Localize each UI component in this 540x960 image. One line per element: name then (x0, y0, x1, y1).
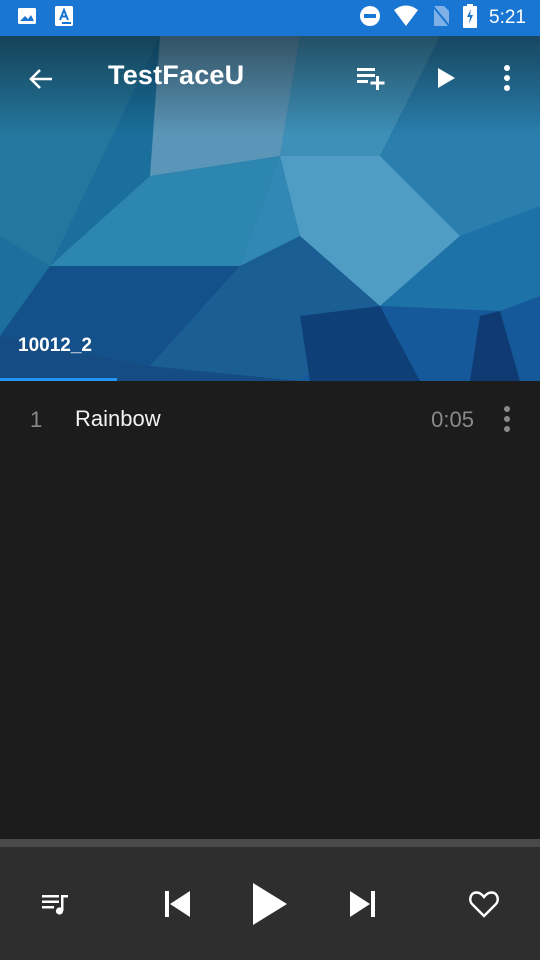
more-vert-icon (504, 65, 510, 91)
track-row[interactable]: 1 Rainbow 0:05 (0, 381, 540, 457)
back-button[interactable] (26, 64, 56, 94)
image-icon (17, 6, 37, 31)
queue-button[interactable] (38, 886, 74, 922)
more-vert-icon (504, 406, 510, 432)
album-header: TestFaceU 10012_2 (0, 36, 540, 381)
play-button[interactable] (244, 879, 294, 929)
do-not-disturb-icon (359, 5, 381, 32)
wifi-icon (393, 5, 419, 32)
no-sim-icon (431, 3, 451, 33)
progress-bar[interactable] (0, 839, 540, 847)
status-bar: 5:21 (0, 0, 540, 36)
track-more-button[interactable] (494, 403, 520, 435)
skip-next-icon (350, 891, 375, 917)
play-icon (438, 68, 455, 88)
next-button[interactable] (343, 885, 383, 923)
clock: 5:21 (489, 7, 526, 28)
font-a-icon (55, 5, 73, 31)
arrow-left-icon (29, 69, 52, 89)
heart-outline-icon (469, 891, 499, 918)
play-icon (253, 883, 287, 925)
player-bar (0, 839, 540, 960)
battery-charging-icon (463, 3, 478, 33)
previous-button[interactable] (157, 885, 197, 923)
track-title: Rainbow (75, 406, 161, 431)
queue-music-icon (42, 895, 68, 915)
add-to-playlist-button[interactable] (355, 62, 387, 94)
tab-label: 10012_2 (18, 335, 92, 356)
skip-previous-icon (165, 891, 190, 917)
favorite-button[interactable] (464, 885, 504, 923)
track-number: 1 (30, 407, 43, 432)
more-options-button[interactable] (491, 62, 523, 94)
track-list: 1 Rainbow 0:05 (0, 381, 540, 457)
play-all-button[interactable] (430, 62, 462, 94)
track-duration: 0:05 (431, 407, 474, 432)
playlist-add-icon (357, 68, 385, 90)
tab-10012-2[interactable]: 10012_2 (0, 325, 117, 381)
toolbar: TestFaceU (0, 36, 540, 120)
page-title: TestFaceU (108, 60, 245, 90)
